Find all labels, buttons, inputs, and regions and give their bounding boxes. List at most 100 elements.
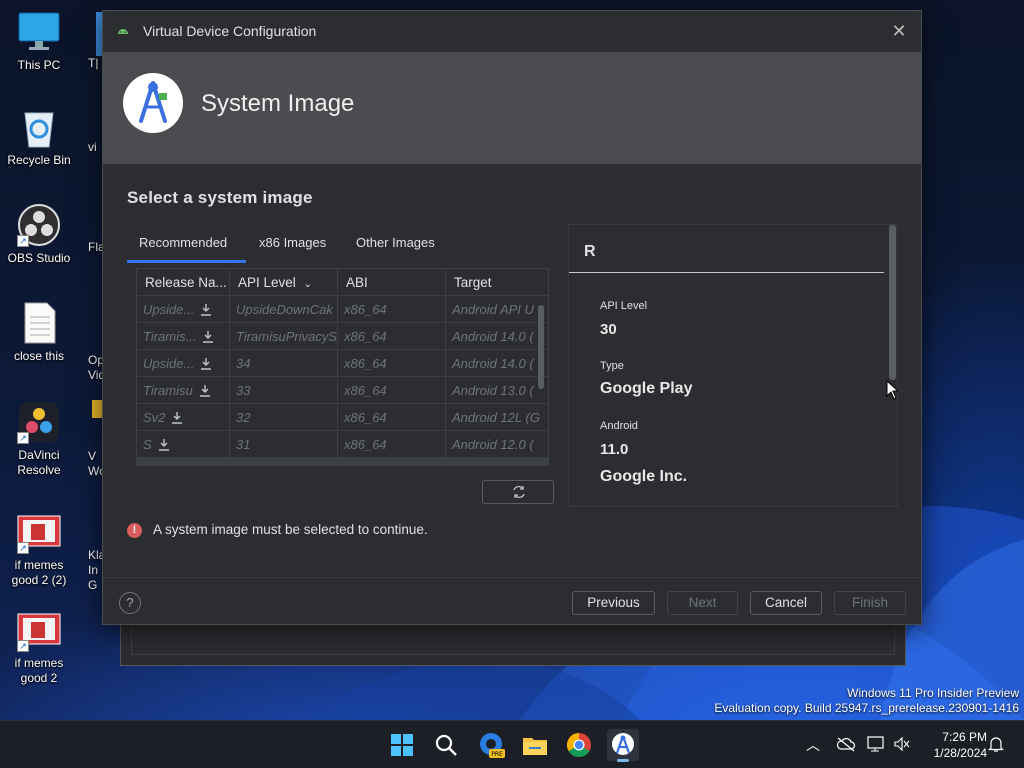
release-name: Tiramisu bbox=[143, 383, 193, 398]
help-button[interactable]: ? bbox=[119, 592, 141, 614]
tab-recommended[interactable]: Recommended bbox=[127, 231, 246, 263]
dialog-footer: ? Previous Next Cancel Finish bbox=[103, 577, 921, 625]
download-icon[interactable] bbox=[200, 357, 212, 370]
desktop-icon-recycle-bin[interactable]: Recycle Bin bbox=[0, 105, 78, 168]
system-image-detail-panel: R API Level 30 Type Google Play Android … bbox=[568, 224, 898, 507]
cloud-offline-icon[interactable] bbox=[836, 736, 856, 757]
tab-other-images[interactable]: Other Images bbox=[344, 231, 447, 263]
chrome-icon[interactable] bbox=[563, 729, 595, 761]
cell-target: Android API U bbox=[452, 302, 534, 317]
desktop-icon-label: This PC bbox=[17, 58, 61, 72]
desktop-icon-label: if memes good 2 (2) bbox=[11, 558, 67, 587]
header-title: System Image bbox=[201, 90, 355, 117]
active-indicator bbox=[617, 759, 629, 762]
edge-beta-icon[interactable]: PRE bbox=[475, 729, 507, 761]
detail-type-value: Google Play bbox=[600, 380, 693, 397]
previous-button[interactable]: Previous bbox=[572, 591, 655, 615]
taskbar-clock[interactable]: 7:26 PM 1/28/2024 bbox=[925, 729, 987, 761]
cell-release: Sv2 bbox=[137, 404, 230, 431]
cell-api-level: UpsideDownCak bbox=[230, 296, 338, 323]
refresh-icon bbox=[513, 485, 525, 499]
download-icon[interactable] bbox=[202, 330, 214, 343]
shortcut-arrow-icon: ↗ bbox=[17, 640, 29, 652]
android-icon bbox=[116, 24, 130, 38]
desktop-icon-label: Recycle Bin bbox=[7, 153, 71, 167]
dialog-title: Virtual Device Configuration bbox=[143, 23, 317, 39]
desktop-icon-if-memes-good-2[interactable]: ↗ if memes good 2 bbox=[0, 608, 78, 686]
image-file-icon: ↗ bbox=[17, 510, 61, 554]
table-row[interactable]: Upside... 34 x86_64 Android 14.0 ( bbox=[137, 350, 548, 377]
notification-bell-icon[interactable] bbox=[988, 735, 1004, 758]
release-name: Tiramis... bbox=[143, 329, 197, 344]
close-icon[interactable]: ✕ bbox=[887, 19, 911, 43]
cell-abi: x86_64 bbox=[338, 404, 446, 431]
desktop-icon-label: close this bbox=[13, 349, 65, 363]
chevron-up-icon[interactable]: ︿ bbox=[804, 735, 822, 753]
virtual-device-configuration-dialog: Virtual Device Configuration ✕ System Im… bbox=[102, 10, 922, 625]
watermark-line-1: Windows 11 Pro Insider Preview bbox=[847, 686, 1019, 700]
android-studio-icon[interactable] bbox=[607, 729, 639, 762]
cell-api-level: 32 bbox=[230, 404, 338, 431]
volume-muted-icon[interactable] bbox=[893, 736, 911, 757]
cell-abi: x86_64 bbox=[338, 431, 446, 458]
table-row[interactable]: Upside... UpsideDownCak x86_64 Android A… bbox=[137, 296, 548, 323]
system-image-table[interactable]: Release Na... API Level ⌄ ABI Target Ups… bbox=[136, 268, 549, 466]
android-studio-logo-icon bbox=[123, 73, 183, 133]
section-title: Select a system image bbox=[127, 188, 313, 207]
start-icon[interactable] bbox=[386, 729, 418, 761]
shortcut-arrow-icon: ↗ bbox=[17, 235, 29, 247]
cell-abi: x86_64 bbox=[338, 377, 446, 404]
table-scrollbar[interactable] bbox=[538, 305, 544, 389]
column-header-api-level[interactable]: API Level ⌄ bbox=[230, 269, 338, 296]
detail-api-level-label: API Level bbox=[600, 300, 648, 312]
refresh-button[interactable] bbox=[482, 480, 554, 504]
table-row[interactable]: Tiramisu 33 x86_64 Android 13.0 ( bbox=[137, 377, 548, 404]
desktop-icon-close-this[interactable]: close this bbox=[0, 301, 78, 364]
desktop-icon-if-memes-good-2-2[interactable]: ↗ if memes good 2 (2) bbox=[0, 510, 78, 588]
detail-scrollbar[interactable] bbox=[889, 225, 896, 380]
download-icon[interactable] bbox=[158, 438, 170, 451]
network-icon[interactable] bbox=[866, 735, 886, 758]
download-icon[interactable] bbox=[200, 303, 212, 316]
table-row[interactable]: Sv2 32 x86_64 Android 12L (G bbox=[137, 404, 548, 431]
clock-date: 1/28/2024 bbox=[933, 746, 987, 760]
cancel-button[interactable]: Cancel bbox=[750, 591, 822, 615]
desktop-icon-this-pc[interactable]: This PC bbox=[0, 10, 78, 73]
table-row-partial[interactable] bbox=[137, 458, 548, 465]
search-icon[interactable] bbox=[430, 729, 462, 761]
desktop-icon-obs-studio[interactable]: ↗ OBS Studio bbox=[0, 203, 78, 266]
title-bar[interactable]: Virtual Device Configuration ✕ bbox=[103, 11, 921, 52]
windows-watermark: Windows 11 Pro Insider Preview Evaluatio… bbox=[714, 686, 1019, 715]
detail-android-version: 11.0 bbox=[600, 441, 629, 458]
download-icon[interactable] bbox=[199, 384, 211, 397]
desktop-icon-davinci-resolve[interactable]: ↗ DaVinci Resolve bbox=[0, 400, 78, 478]
cell-api-level: 33 bbox=[230, 377, 338, 404]
desktop-icon-label: DaVinci Resolve bbox=[17, 448, 61, 477]
cell-abi: x86_64 bbox=[338, 323, 446, 350]
cell-release: Tiramisu bbox=[137, 377, 230, 404]
column-header-abi[interactable]: ABI bbox=[338, 269, 446, 296]
detail-android-label: Android bbox=[600, 420, 638, 432]
cell-release: Upside... bbox=[137, 350, 230, 377]
sort-chevron-down-icon: ⌄ bbox=[303, 279, 312, 290]
cell-api-level: 34 bbox=[230, 350, 338, 377]
file-explorer-icon[interactable] bbox=[519, 729, 551, 761]
download-icon[interactable] bbox=[171, 411, 183, 424]
dialog-header: System Image bbox=[103, 52, 921, 164]
next-button[interactable]: Next bbox=[667, 591, 738, 615]
cell-abi: x86_64 bbox=[338, 350, 446, 377]
column-header-release-name[interactable]: Release Na... bbox=[137, 269, 230, 296]
release-name: S bbox=[143, 437, 152, 452]
finish-button[interactable]: Finish bbox=[834, 591, 906, 615]
tab-x86-images[interactable]: x86 Images bbox=[247, 231, 338, 263]
release-name: Upside... bbox=[143, 302, 195, 317]
table-row[interactable]: S 31 x86_64 Android 12.0 ( bbox=[137, 431, 548, 458]
column-header-target[interactable]: Target bbox=[446, 269, 548, 296]
detail-type-label: Type bbox=[600, 360, 624, 372]
cell-api-level: TiramisuPrivacyS bbox=[230, 323, 338, 350]
desktop-icon-label: if memes good 2 bbox=[14, 656, 64, 685]
clock-time: 7:26 PM bbox=[942, 730, 987, 744]
cell-release: Tiramis... bbox=[137, 323, 230, 350]
release-name: Upside... bbox=[143, 356, 195, 371]
table-row[interactable]: Tiramis... TiramisuPrivacyS x86_64 Andro… bbox=[137, 323, 548, 350]
